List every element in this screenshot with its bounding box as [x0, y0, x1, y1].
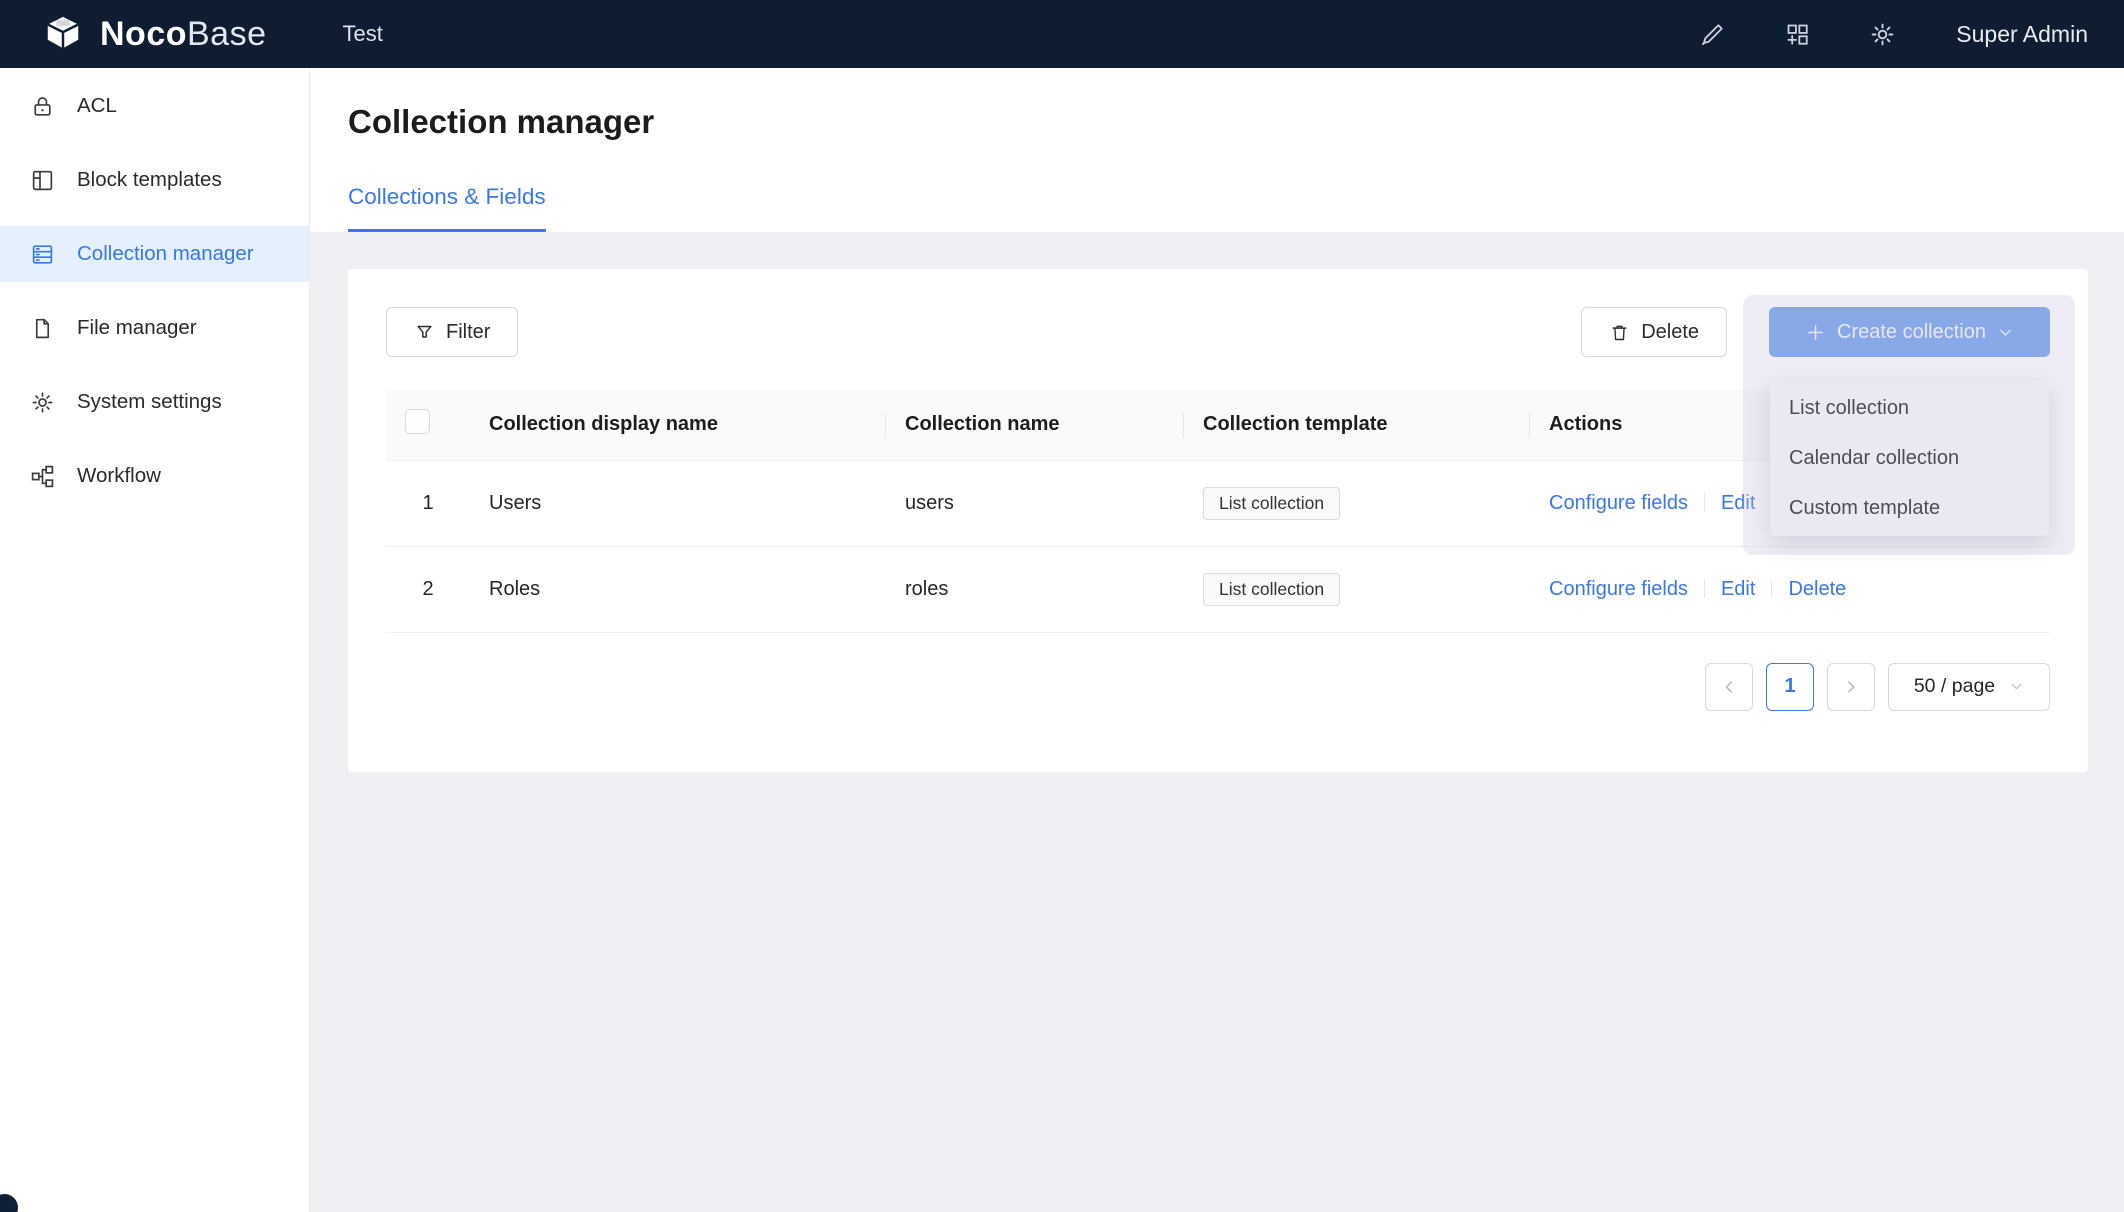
- create-collection-dropdown: List collection Calendar collection Cust…: [1770, 380, 2049, 536]
- nocobase-logo-icon: [40, 14, 86, 54]
- menu-item-custom-template[interactable]: Custom template: [1770, 483, 2049, 533]
- page-size-select[interactable]: 50 / page: [1888, 663, 2050, 711]
- filter-button[interactable]: Filter: [386, 307, 518, 357]
- logo-text-primary: Noco: [100, 15, 187, 53]
- menu-item-list-collection[interactable]: List collection: [1770, 383, 2049, 433]
- file-icon: [30, 316, 55, 341]
- filter-icon: [414, 322, 435, 343]
- select-all-checkbox[interactable]: [405, 409, 430, 434]
- workflow-icon: [30, 464, 55, 489]
- sidebar-item-label: Collection manager: [77, 242, 254, 266]
- sidebar-item-label: System settings: [77, 390, 222, 414]
- configure-fields-link[interactable]: Configure fields: [1549, 492, 1688, 514]
- layout-icon: [30, 168, 55, 193]
- chevron-down-icon: [2009, 679, 2024, 694]
- sidebar-item-system-settings[interactable]: System settings: [0, 374, 309, 430]
- trash-icon: [1609, 322, 1630, 343]
- lock-icon: [30, 94, 55, 119]
- pagination: 1 50 / page: [386, 663, 2050, 711]
- sidebar-item-workflow[interactable]: Workflow: [0, 448, 309, 504]
- sidebar-item-label: File manager: [77, 316, 197, 340]
- column-name: Collection name: [886, 390, 1184, 460]
- tab-collections-fields[interactable]: Collections & Fields: [348, 184, 546, 232]
- sidebar-item-label: Block templates: [77, 168, 222, 192]
- topnav-item-test[interactable]: Test: [331, 21, 395, 47]
- topbar: NocoBase Test: [0, 0, 2124, 68]
- row-index: 2: [386, 546, 470, 632]
- cell-name: roles: [886, 546, 1184, 632]
- table-row: 2 Roles roles List collection Configure …: [386, 546, 2050, 632]
- chevron-down-icon: [1997, 324, 2014, 341]
- sidebar-item-acl[interactable]: ACL: [0, 78, 309, 134]
- template-tag: List collection: [1203, 487, 1340, 520]
- column-template: Collection template: [1184, 390, 1530, 460]
- card-toolbar: Filter Delete: [386, 307, 2050, 357]
- edit-link[interactable]: Edit: [1721, 492, 1755, 514]
- gear-icon: [30, 390, 55, 415]
- sidebar-item-label: ACL: [77, 94, 117, 118]
- ui-editor-icon[interactable]: [1699, 21, 1726, 48]
- settings-icon[interactable]: [1869, 21, 1896, 48]
- logo: NocoBase: [40, 14, 267, 54]
- plugin-manager-icon[interactable]: [1784, 21, 1811, 48]
- user-menu[interactable]: Super Admin: [1956, 21, 2088, 48]
- page-number-1[interactable]: 1: [1766, 663, 1814, 711]
- plus-icon: [1805, 322, 1826, 343]
- prev-page-button[interactable]: [1705, 663, 1753, 711]
- delete-button[interactable]: Delete: [1581, 307, 1727, 357]
- cell-display-name: Users: [470, 460, 886, 546]
- menu-item-calendar-collection[interactable]: Calendar collection: [1770, 433, 2049, 483]
- page-header: Collection manager Collections & Fields: [310, 68, 2124, 233]
- cell-name: users: [886, 460, 1184, 546]
- app-window: NocoBase Test: [0, 0, 2124, 1212]
- chevron-left-icon: [1720, 678, 1738, 696]
- chevron-right-icon: [1842, 678, 1860, 696]
- top-navigation: Test: [331, 21, 395, 47]
- cell-display-name: Roles: [470, 546, 886, 632]
- topbar-actions: Super Admin: [1699, 21, 2088, 48]
- sidebar-item-label: Workflow: [77, 464, 161, 488]
- configure-fields-link[interactable]: Configure fields: [1549, 578, 1688, 600]
- sidebar-item-file-manager[interactable]: File manager: [0, 300, 309, 356]
- delete-link[interactable]: Delete: [1788, 578, 1846, 600]
- page-title: Collection manager: [348, 102, 2086, 142]
- column-display-name: Collection display name: [470, 390, 886, 460]
- collection-icon: [30, 242, 55, 267]
- sidebar: ACL Block templates Collection manager: [0, 68, 310, 1212]
- sidebar-item-collection-manager[interactable]: Collection manager: [0, 226, 309, 282]
- tab-bar: Collections & Fields: [310, 184, 2124, 233]
- row-index: 1: [386, 460, 470, 546]
- next-page-button[interactable]: [1827, 663, 1875, 711]
- header-select-all: [386, 390, 470, 460]
- create-collection-button[interactable]: Create collection: [1769, 307, 2050, 357]
- logo-text-secondary: Base: [187, 15, 267, 53]
- main-area: Collection manager Collections & Fields: [310, 68, 2124, 1212]
- template-tag: List collection: [1203, 573, 1340, 606]
- sidebar-item-block-templates[interactable]: Block templates: [0, 152, 309, 208]
- edit-link[interactable]: Edit: [1721, 578, 1755, 600]
